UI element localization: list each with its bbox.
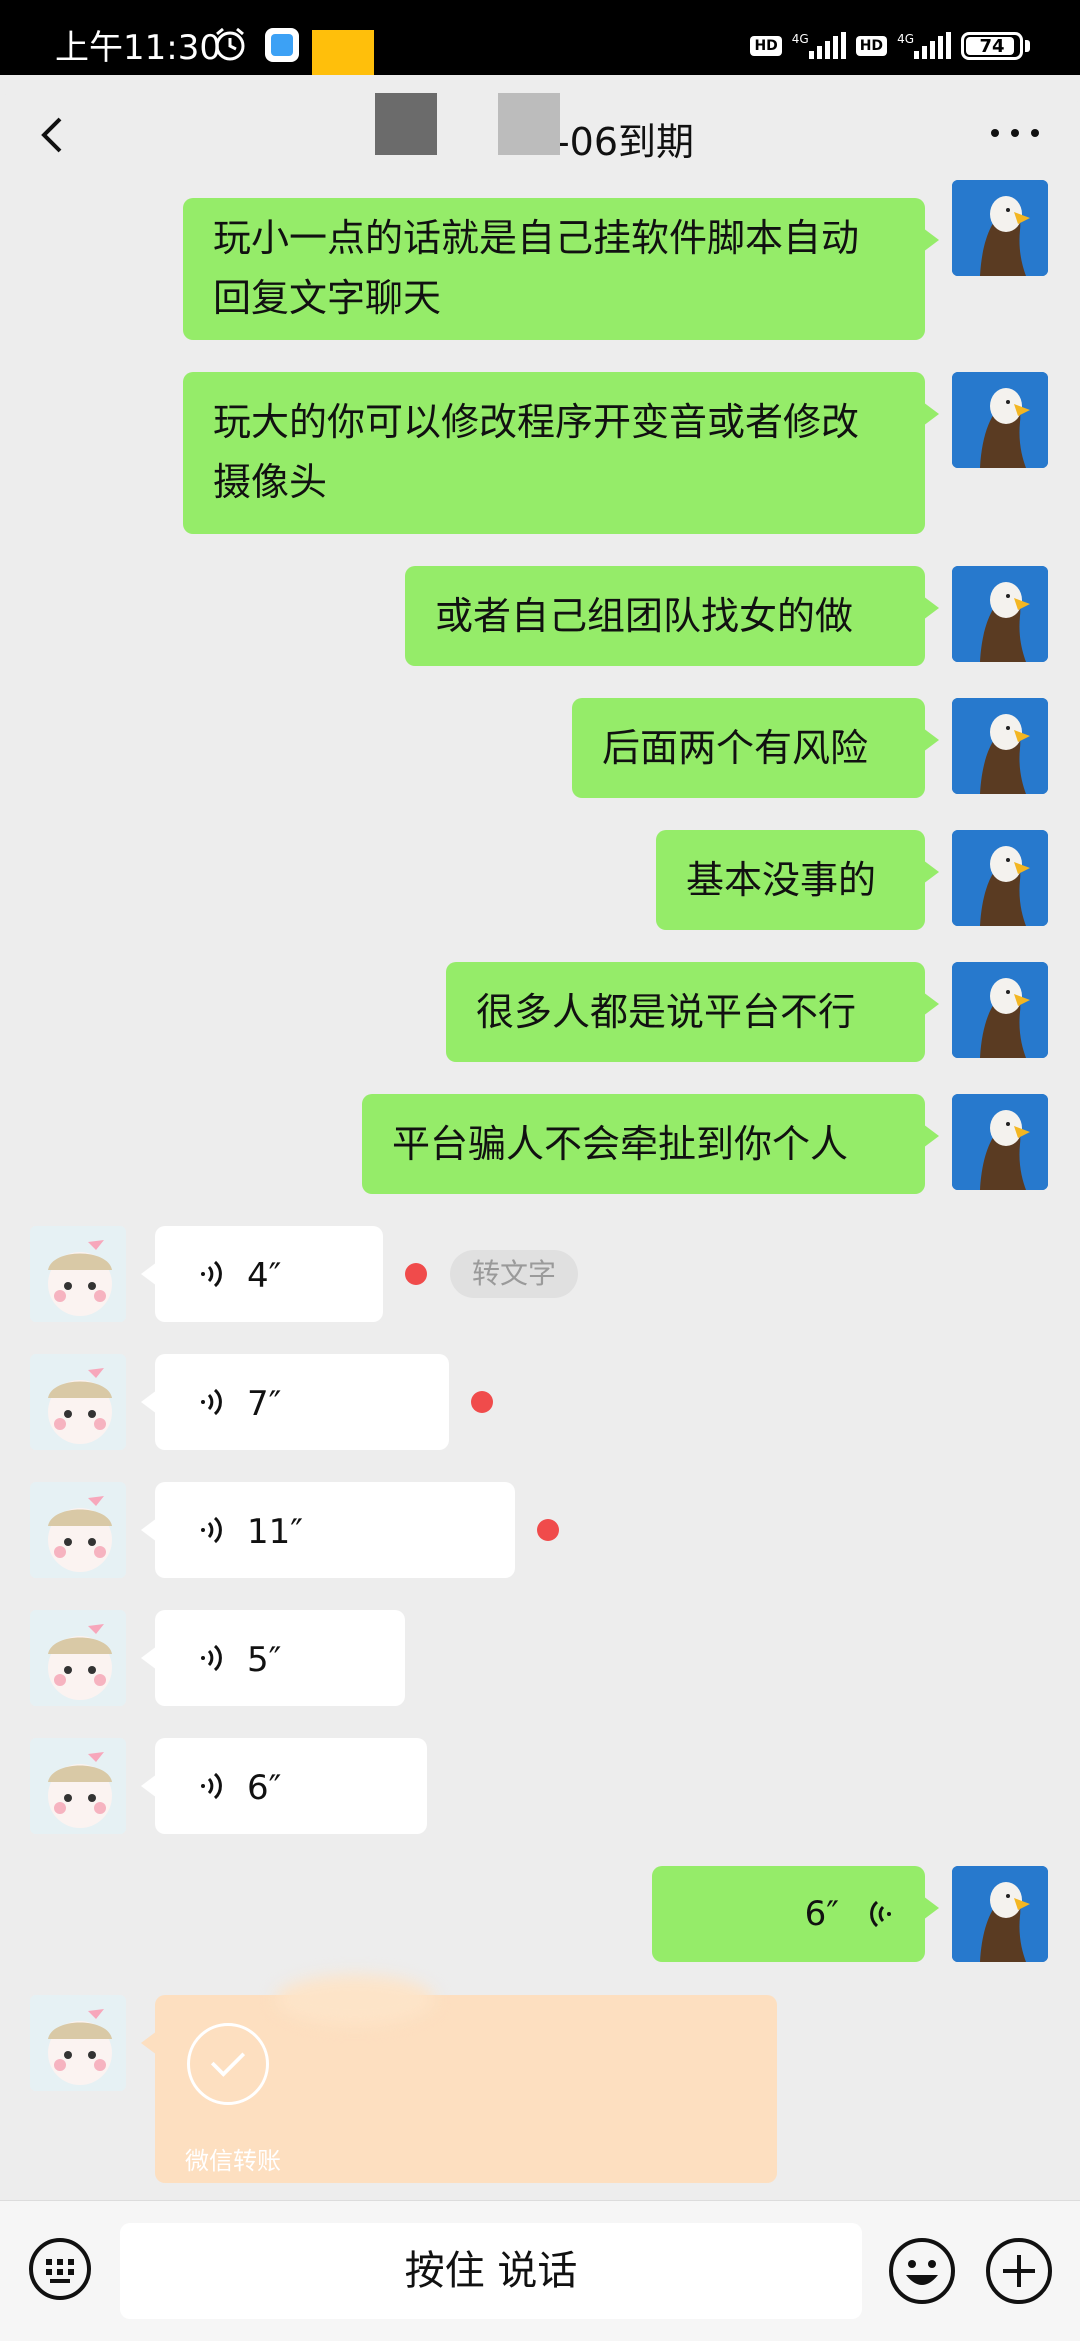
voice-wave-icon [201, 1260, 222, 1288]
my-avatar[interactable] [952, 1094, 1048, 1190]
eagle-avatar-image [952, 372, 1048, 468]
my-avatar[interactable] [952, 830, 1048, 926]
voice-message[interactable]: 7″ [141, 1354, 449, 1450]
outgoing-message[interactable]: 玩大的你可以修改程序开变音或者修改摄像头 [183, 372, 939, 534]
unread-dot [537, 1519, 559, 1541]
my-avatar[interactable] [952, 566, 1048, 662]
voice-duration: 5″ [247, 1640, 282, 1680]
status-indicators: HD 4G HD 4G 74 [750, 30, 1030, 62]
status-bar: 上午11:30 HD 4G HD 4G 74 [0, 0, 1080, 92]
contact-avatar[interactable] [30, 1738, 126, 1834]
voice-message[interactable]: 4″ [141, 1226, 383, 1322]
voice-message[interactable]: 5″ [141, 1610, 405, 1706]
input-bar: 按住 说话 [0, 2200, 1080, 2341]
eagle-avatar-image [952, 180, 1048, 276]
emoji-icon[interactable] [888, 2237, 956, 2305]
battery-level: 74 [979, 35, 1005, 57]
blur-overlay [275, 1975, 435, 2025]
voice-duration: 4″ [247, 1256, 282, 1296]
unread-dot [471, 1391, 493, 1413]
outgoing-message[interactable]: 基本没事的 [656, 830, 939, 930]
eagle-avatar-image [952, 698, 1048, 794]
girl-avatar-image [30, 1610, 126, 1706]
chat-title-text: -06到期 [555, 120, 695, 164]
unread-dot [405, 1263, 427, 1285]
girl-avatar-image [30, 1226, 126, 1322]
outgoing-message[interactable]: 很多人都是说平台不行 [446, 962, 939, 1062]
voice-message[interactable]: 6″ [141, 1738, 427, 1834]
hold-to-talk-button[interactable]: 按住 说话 [120, 2223, 862, 2319]
eagle-avatar-image [952, 830, 1048, 926]
voice-wave-icon [201, 1772, 222, 1800]
voice-message[interactable]: 11″ [141, 1482, 515, 1578]
alarm-icon [215, 27, 245, 61]
keyboard-icon[interactable] [28, 2237, 92, 2301]
outgoing-message[interactable]: 平台骗人不会牵扯到你个人 [362, 1094, 939, 1194]
voice-duration: 6″ [247, 1768, 282, 1808]
voice-duration: 7″ [247, 1384, 282, 1424]
signal-icon [808, 32, 846, 59]
girl-avatar-image [30, 1738, 126, 1834]
signal-icon [914, 32, 951, 59]
transfer-card[interactable]: 微信转账 [141, 1975, 777, 2183]
outgoing-message[interactable]: 玩小一点的话就是自己挂软件脚本自动回复文字聊天 [183, 198, 939, 340]
check-circle-icon [187, 2023, 269, 2105]
my-avatar[interactable] [952, 1866, 1048, 1962]
eagle-avatar-image [952, 566, 1048, 662]
contact-avatar[interactable] [30, 1354, 126, 1450]
redaction-block [498, 93, 560, 155]
hd-badge: HD [855, 36, 888, 56]
girl-avatar-image [30, 1482, 126, 1578]
outgoing-message[interactable]: 后面两个有风险 [572, 698, 939, 798]
voice-wave-icon [870, 1900, 891, 1928]
outgoing-voice-message[interactable]: 6″ [652, 1866, 939, 1962]
network-type: 4G [791, 32, 809, 46]
hd-badge: HD [750, 36, 782, 56]
my-avatar[interactable] [952, 962, 1048, 1058]
app-notification-icon [265, 28, 299, 62]
my-avatar[interactable] [952, 372, 1048, 468]
eagle-avatar-image [952, 1866, 1048, 1962]
redaction-block [375, 93, 437, 155]
voice-duration: 6″ [804, 1894, 839, 1934]
battery-icon: 74 [961, 32, 1023, 60]
voice-duration: 11″ [247, 1512, 303, 1552]
contact-avatar[interactable] [30, 1482, 126, 1578]
transfer-label: 微信转账 [185, 2147, 281, 2175]
voice-wave-icon [201, 1388, 222, 1416]
contact-avatar[interactable] [30, 1995, 126, 2091]
voice-wave-icon [201, 1644, 222, 1672]
eagle-avatar-image [952, 962, 1048, 1058]
girl-avatar-image [30, 1354, 126, 1450]
plus-icon[interactable] [985, 2237, 1053, 2305]
network-type: 4G [897, 32, 914, 46]
contact-avatar[interactable] [30, 1226, 126, 1322]
eagle-avatar-image [952, 1094, 1048, 1190]
voice-wave-icon [201, 1516, 222, 1544]
status-time: 上午11:30 [55, 28, 221, 68]
more-options-icon[interactable] [985, 123, 1045, 143]
convert-to-text-button[interactable]: 转文字 [450, 1250, 579, 1298]
outgoing-message[interactable]: 或者自己组团队找女的做 [405, 566, 939, 666]
my-avatar[interactable] [952, 698, 1048, 794]
chat-header: -06到期 [0, 75, 1080, 195]
my-avatar[interactable] [952, 180, 1048, 276]
girl-avatar-image [30, 1995, 126, 2091]
contact-avatar[interactable] [30, 1610, 126, 1706]
